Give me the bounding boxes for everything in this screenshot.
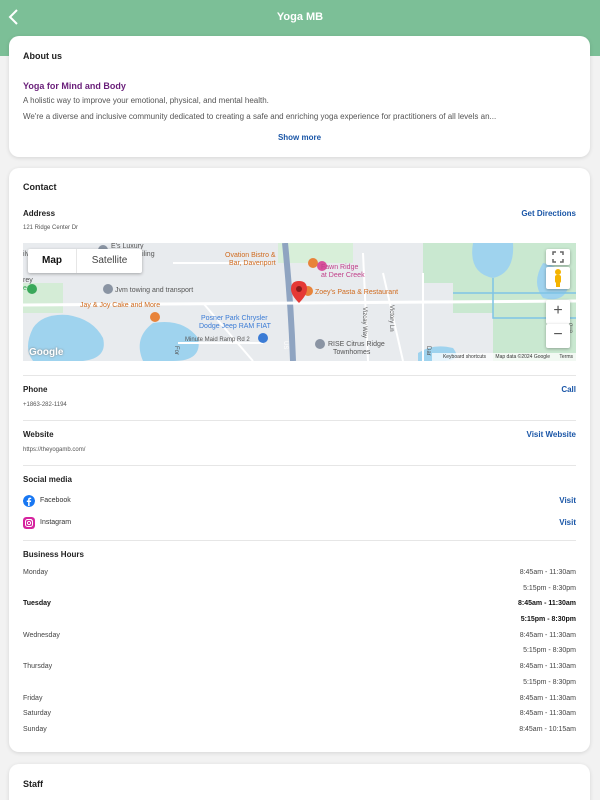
map-type-toggle: Map Satellite bbox=[28, 249, 142, 273]
phone-value: +1863-282-1194 bbox=[23, 402, 67, 408]
map-label: Vizcay Way bbox=[361, 307, 367, 338]
staff-card: Staff bbox=[9, 764, 590, 800]
map-label: Jay & Joy Cake and More bbox=[80, 302, 160, 309]
hours-day: Wednesday bbox=[23, 631, 60, 639]
hours-row-today: 5:15pm - 8:30pm bbox=[23, 614, 576, 630]
hours-row: Monday 8:45am - 11:30am bbox=[23, 567, 576, 583]
hours-row: Thursday 8:45am - 11:30am bbox=[23, 661, 576, 677]
about-heading: About us bbox=[23, 51, 62, 61]
facebook-label: Facebook bbox=[40, 497, 71, 504]
hours-row: 5:15pm - 8:30pm bbox=[23, 677, 576, 693]
instagram-label: Instagram bbox=[40, 519, 72, 526]
hours-time: 8:45am - 11:30am bbox=[519, 631, 576, 639]
map-label: RISE Citrus Ridge bbox=[328, 341, 385, 348]
instagram-visit-link[interactable]: Visit bbox=[559, 518, 576, 527]
instagram-icon bbox=[23, 517, 35, 529]
map-label: Ovation Bistro & bbox=[225, 252, 276, 259]
map-label: Townhomes bbox=[333, 349, 371, 356]
map-label: Minute Maid Ramp Rd 2 bbox=[185, 337, 250, 343]
map-label: ead bbox=[23, 285, 35, 292]
address-value: 121 Ridge Center Dr bbox=[23, 225, 79, 231]
about-description-line1: A holistic way to improve your emotional… bbox=[23, 96, 269, 105]
map-label: rey bbox=[23, 277, 33, 284]
map-label: Zoey's Pasta & Restaurant bbox=[315, 289, 398, 296]
hours-row: Friday 8:45am - 11:30am bbox=[23, 693, 576, 709]
hours-row: 5:15pm - 8:30pm bbox=[23, 583, 576, 599]
visit-website-link[interactable]: Visit Website bbox=[527, 430, 577, 439]
map-label: Fawn Ridge bbox=[321, 264, 358, 271]
divider bbox=[23, 420, 576, 421]
contact-heading: Contact bbox=[23, 182, 57, 192]
website-label: Website bbox=[23, 430, 54, 439]
hours-time: 8:45am - 11:30am bbox=[519, 663, 576, 671]
keyboard-shortcuts-link[interactable]: Keyboard shortcuts bbox=[443, 354, 486, 360]
hours-row: Wednesday 8:45am - 11:30am bbox=[23, 630, 576, 646]
divider bbox=[23, 375, 576, 376]
map-footer: Keyboard shortcuts Map data ©2024 Google… bbox=[431, 353, 576, 361]
business-hours-label: Business Hours bbox=[23, 550, 84, 559]
map-label: Victory Ln bbox=[388, 305, 394, 332]
hours-day: Sunday bbox=[23, 725, 47, 733]
map-data-attribution: Map data ©2024 Google bbox=[495, 354, 550, 360]
divider bbox=[23, 465, 576, 466]
about-description-line2: We're a diverse and inclusive community … bbox=[23, 112, 497, 121]
google-logo: Google bbox=[29, 347, 64, 358]
map-type-map-button[interactable]: Map bbox=[28, 249, 76, 273]
facebook-icon bbox=[23, 495, 35, 507]
map-label: Bar, Davenport bbox=[229, 260, 276, 267]
call-link[interactable]: Call bbox=[561, 385, 576, 394]
phone-label: Phone bbox=[23, 385, 48, 394]
hours-time: 8:45am - 11:30am bbox=[519, 694, 576, 702]
hours-time: 8:45am - 10:15am bbox=[519, 725, 576, 733]
hours-time: 5:15pm - 8:30pm bbox=[523, 678, 576, 686]
facebook-visit-link[interactable]: Visit bbox=[559, 496, 576, 505]
location-map[interactable]: E's Luxury Auto Detailing Ovation Bistro… bbox=[23, 243, 576, 361]
zoom-out-button[interactable]: − bbox=[546, 324, 570, 348]
get-directions-link[interactable]: Get Directions bbox=[521, 209, 576, 218]
map-label: US bbox=[282, 341, 288, 349]
hours-day: Thursday bbox=[23, 663, 53, 671]
map-label: Posner Park Chrysler bbox=[201, 315, 268, 322]
hours-day: Saturday bbox=[23, 710, 52, 718]
map-label: Dodge Jeep RAM FIAT bbox=[199, 323, 272, 330]
map-label: Dar bbox=[425, 346, 431, 356]
hours-row: Saturday 8:45am - 11:30am bbox=[23, 708, 576, 724]
fullscreen-button[interactable] bbox=[546, 249, 570, 265]
website-value: https://theyogamb.com/ bbox=[23, 447, 86, 453]
street-view-button[interactable] bbox=[546, 267, 570, 289]
divider bbox=[23, 540, 576, 541]
business-hours-list: Monday 8:45am - 11:30am 5:15pm - 8:30pm T… bbox=[23, 567, 576, 740]
hours-time: 8:45am - 11:30am bbox=[518, 600, 576, 608]
hours-time: 8:45am - 11:30am bbox=[519, 569, 576, 576]
hours-time: 8:45am - 11:30am bbox=[519, 710, 576, 718]
map-terms-link[interactable]: Terms bbox=[559, 354, 573, 360]
show-more-link[interactable]: Show more bbox=[9, 133, 590, 142]
pegman-icon bbox=[555, 269, 561, 287]
staff-heading: Staff bbox=[23, 779, 43, 789]
hours-row-today: Tuesday 8:45am - 11:30am bbox=[23, 598, 576, 614]
map-type-satellite-button[interactable]: Satellite bbox=[76, 249, 142, 273]
hours-time: 5:15pm - 8:30pm bbox=[520, 616, 576, 624]
fullscreen-icon bbox=[552, 251, 564, 263]
about-card: About us Yoga for Mind and Body A holist… bbox=[9, 36, 590, 157]
zoom-in-button[interactable]: + bbox=[546, 300, 570, 324]
hours-day: Monday bbox=[23, 569, 48, 576]
social-media-label: Social media bbox=[23, 475, 72, 484]
address-label: Address bbox=[23, 209, 56, 218]
about-tagline: Yoga for Mind and Body bbox=[23, 81, 126, 91]
hours-row: Sunday 8:45am - 10:15am bbox=[23, 724, 576, 740]
hours-row: 5:15pm - 8:30pm bbox=[23, 645, 576, 661]
page-title: Yoga MB bbox=[276, 11, 324, 23]
map-label: For bbox=[173, 346, 179, 355]
hours-time: 5:15pm - 8:30pm bbox=[523, 584, 576, 592]
hours-day: Tuesday bbox=[23, 600, 51, 608]
hours-time: 5:15pm - 8:30pm bbox=[523, 647, 576, 655]
contact-card: Contact Address 121 Ridge Center Dr Get … bbox=[9, 168, 590, 752]
map-label: at Deer Creek bbox=[321, 272, 365, 279]
map-label: Jvm towing and transport bbox=[115, 287, 193, 294]
hours-day: Friday bbox=[23, 694, 43, 702]
